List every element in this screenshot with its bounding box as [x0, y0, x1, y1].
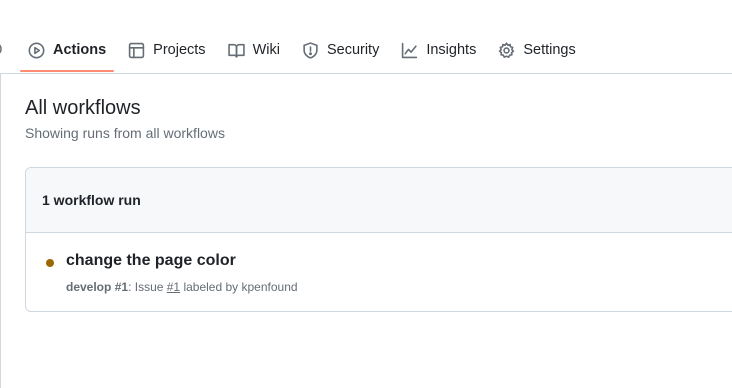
book-icon	[227, 42, 245, 59]
run-title-link[interactable]: change the page color	[66, 252, 236, 270]
sidebar-divider	[0, 74, 1, 388]
tab-insights[interactable]: Insights	[401, 30, 476, 70]
repo-navigation-bar: Actions Projects Wiki Security Insights	[0, 0, 732, 74]
run-meta-prefix: : Issue	[128, 280, 167, 294]
tab-settings[interactable]: Settings	[498, 30, 576, 70]
branch-name: develop	[66, 280, 112, 294]
tab-label: Wiki	[252, 42, 280, 58]
tab-label: Security	[326, 42, 380, 58]
run-meta-suffix: labeled by kpenfound	[180, 280, 298, 294]
table-icon	[128, 42, 145, 59]
tab-label: Projects	[153, 42, 206, 58]
run-number: #1	[114, 280, 129, 294]
tab-actions[interactable]: Actions	[19, 30, 115, 72]
issue-link[interactable]: #1	[167, 280, 180, 294]
play-icon	[28, 42, 45, 59]
truncated-tab-icon	[0, 44, 2, 54]
repo-tabs: Actions Projects Wiki Security Insights	[19, 30, 598, 74]
workflow-run-row[interactable]: change the page color develop #1: Issue …	[26, 233, 732, 311]
runs-count-header: 1 workflow run	[26, 168, 732, 233]
tab-projects[interactable]: Projects	[128, 30, 206, 70]
workflow-runs-list: 1 workflow run change the page color dev…	[25, 167, 732, 312]
shield-icon	[302, 41, 319, 59]
run-meta: develop #1: Issue #1 labeled by kpenfoun…	[66, 280, 298, 294]
graph-icon	[401, 42, 418, 59]
page-title: All workflows	[25, 97, 141, 119]
tab-label: Settings	[523, 42, 576, 58]
tab-wiki[interactable]: Wiki	[227, 30, 280, 70]
tab-security[interactable]: Security	[302, 30, 379, 70]
page-subtitle: Showing runs from all workflows	[25, 125, 225, 141]
tab-label: Insights	[426, 42, 477, 58]
tab-label: Actions	[53, 42, 107, 58]
status-dot-icon	[46, 259, 54, 267]
gear-icon	[498, 41, 515, 59]
